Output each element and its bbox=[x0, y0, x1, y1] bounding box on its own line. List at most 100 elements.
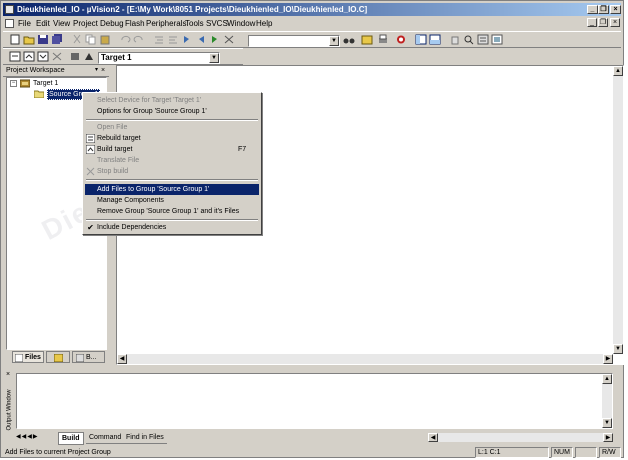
menu-debug[interactable]: Debug bbox=[100, 18, 124, 29]
standard-toolbar: ▼ bbox=[3, 31, 621, 48]
scroll-left-icon[interactable]: ◀ bbox=[117, 354, 127, 364]
target-combo-value: Target 1 bbox=[101, 53, 132, 62]
hand-icon[interactable] bbox=[449, 34, 461, 45]
output-side-bar: × Output Window bbox=[3, 369, 15, 445]
workspace-close-icon[interactable]: × bbox=[101, 65, 105, 76]
copy-icon[interactable] bbox=[85, 34, 97, 45]
tab-books[interactable]: B... bbox=[72, 351, 105, 363]
menu-help[interactable]: Help bbox=[256, 18, 272, 29]
title-bar[interactable]: Dieukhienled_IO - µVision2 - [E:\My Work… bbox=[3, 3, 621, 16]
save-all-icon[interactable] bbox=[51, 34, 63, 45]
prev-bookmark-icon[interactable] bbox=[195, 34, 207, 45]
cut-icon[interactable] bbox=[71, 34, 83, 45]
clear-bookmarks-icon[interactable] bbox=[223, 34, 235, 45]
output-horizontal-scrollbar[interactable]: ◀ ▶ bbox=[428, 433, 613, 442]
menu-flash[interactable]: Flash bbox=[125, 18, 145, 29]
print-icon[interactable] bbox=[377, 34, 389, 45]
menu-item-open-file[interactable]: Open File bbox=[85, 122, 259, 133]
menu-file[interactable]: File bbox=[18, 18, 31, 29]
tab-files[interactable]: Files bbox=[12, 351, 44, 363]
undo-icon[interactable] bbox=[119, 34, 131, 45]
output-scroll-up-icon[interactable]: ▲ bbox=[602, 374, 612, 384]
download-icon[interactable] bbox=[69, 51, 81, 62]
bookmark-icon[interactable] bbox=[181, 34, 193, 45]
translate-icon[interactable] bbox=[9, 51, 21, 62]
target-options-icon[interactable] bbox=[83, 51, 95, 62]
output-window: × Output Window ▲ ▼ ◀◀◀▶ Build Command F… bbox=[3, 369, 623, 445]
rebuild-all-icon[interactable] bbox=[37, 51, 49, 62]
indent-icon[interactable] bbox=[153, 34, 165, 45]
binoculars-icon[interactable] bbox=[343, 34, 355, 45]
menu-peripherals[interactable]: Peripherals bbox=[146, 18, 186, 29]
debug-session-icon[interactable] bbox=[395, 34, 407, 45]
menu-item-remove-group[interactable]: Remove Group 'Source Group 1' and it's F… bbox=[85, 206, 259, 217]
output-vertical-scrollbar[interactable]: ▲ ▼ bbox=[602, 374, 612, 428]
window-title: Dieukhienled_IO - µVision2 - [E:\My Work… bbox=[17, 5, 368, 14]
scroll-up-icon[interactable]: ▲ bbox=[613, 66, 623, 76]
tab-regs[interactable] bbox=[46, 351, 70, 363]
checkmark-icon: ✔ bbox=[87, 223, 94, 232]
chevron-down-icon[interactable]: ▼ bbox=[209, 53, 219, 63]
menu-svcs[interactable]: SVCS bbox=[206, 18, 228, 29]
restore-button[interactable]: ❐ bbox=[598, 5, 609, 14]
redo-icon[interactable] bbox=[133, 34, 145, 45]
build-target-icon[interactable] bbox=[23, 51, 35, 62]
properties-icon[interactable] bbox=[491, 34, 503, 45]
menu-window[interactable]: Window bbox=[227, 18, 255, 29]
menu-item-add-files[interactable]: Add Files to Group 'Source Group 1' bbox=[85, 184, 259, 195]
app-icon[interactable] bbox=[5, 5, 14, 14]
document-icon[interactable] bbox=[5, 19, 14, 28]
pin-icon[interactable]: ▾ bbox=[95, 65, 98, 76]
output-close-icon[interactable]: × bbox=[6, 371, 10, 378]
open-folder-icon[interactable] bbox=[23, 34, 35, 45]
tab-build[interactable]: Build bbox=[58, 432, 84, 445]
menu-view[interactable]: View bbox=[53, 18, 70, 29]
close-button[interactable]: × bbox=[610, 5, 621, 14]
mdi-minimize-button[interactable]: _ bbox=[587, 18, 597, 27]
output-scroll-right-icon[interactable]: ▶ bbox=[603, 433, 613, 442]
scroll-right-icon[interactable]: ▶ bbox=[603, 354, 613, 364]
mdi-close-button[interactable]: × bbox=[610, 18, 620, 27]
tab-command[interactable]: Command bbox=[86, 432, 125, 444]
menu-item-rebuild-target[interactable]: Rebuild target bbox=[85, 133, 259, 144]
tab-find-in-files[interactable]: Find in Files bbox=[123, 432, 167, 444]
output-tabs: ◀◀◀▶ Build Command Find in Files ◀ ▶ bbox=[16, 432, 613, 445]
editor-horizontal-scrollbar[interactable]: ◀ ▶ bbox=[117, 354, 613, 364]
menu-tools[interactable]: Tools bbox=[185, 18, 204, 29]
find-in-files-icon[interactable] bbox=[361, 34, 373, 45]
configuration-icon[interactable] bbox=[477, 34, 489, 45]
workspace-window-icon[interactable] bbox=[415, 34, 427, 45]
source-browser-icon[interactable] bbox=[463, 34, 475, 45]
menu-item-translate-file[interactable]: Translate File bbox=[85, 155, 259, 166]
scroll-down-icon[interactable]: ▼ bbox=[613, 344, 623, 354]
unindent-icon[interactable] bbox=[167, 34, 179, 45]
output-text-area[interactable]: ▲ ▼ bbox=[16, 373, 613, 429]
tab-nav-arrows-icon[interactable]: ◀◀◀▶ bbox=[16, 433, 54, 443]
output-scroll-down-icon[interactable]: ▼ bbox=[602, 418, 612, 428]
tree-collapse-icon[interactable]: − bbox=[10, 80, 17, 87]
mdi-restore-button[interactable]: ❐ bbox=[598, 18, 608, 27]
menu-item-options-for-group[interactable]: Options for Group 'Source Group 1' bbox=[85, 106, 259, 117]
paste-icon[interactable] bbox=[99, 34, 111, 45]
menu-project[interactable]: Project bbox=[73, 18, 98, 29]
menu-item-build-target[interactable]: Build target F7 bbox=[85, 144, 259, 155]
menu-item-select-device[interactable]: Select Device for Target 'Target 1' bbox=[85, 95, 259, 106]
output-window-icon[interactable] bbox=[429, 34, 441, 45]
minimize-button[interactable]: _ bbox=[587, 5, 598, 14]
chevron-down-icon[interactable]: ▼ bbox=[329, 36, 339, 46]
menu-item-include-dependencies[interactable]: ✔ Include Dependencies bbox=[85, 222, 259, 233]
tree-item-target[interactable]: Target 1 bbox=[33, 79, 58, 88]
menu-edit[interactable]: Edit bbox=[36, 18, 50, 29]
new-file-icon[interactable] bbox=[9, 34, 21, 45]
menu-item-stop-build[interactable]: Stop build bbox=[85, 166, 259, 177]
stop-build-icon[interactable] bbox=[51, 51, 63, 62]
output-scroll-left-icon[interactable]: ◀ bbox=[428, 433, 438, 442]
save-icon[interactable] bbox=[37, 34, 49, 45]
find-combo[interactable]: ▼ bbox=[248, 35, 340, 47]
menu-item-manage-components[interactable]: Manage Components bbox=[85, 195, 259, 206]
status-mode: R/W bbox=[599, 447, 621, 458]
editor-vertical-scrollbar[interactable]: ▲ ▼ bbox=[613, 66, 623, 354]
rebuild-icon bbox=[85, 133, 96, 144]
target-combo[interactable]: Target 1 ▼ bbox=[98, 52, 220, 64]
next-bookmark-icon[interactable] bbox=[209, 34, 221, 45]
